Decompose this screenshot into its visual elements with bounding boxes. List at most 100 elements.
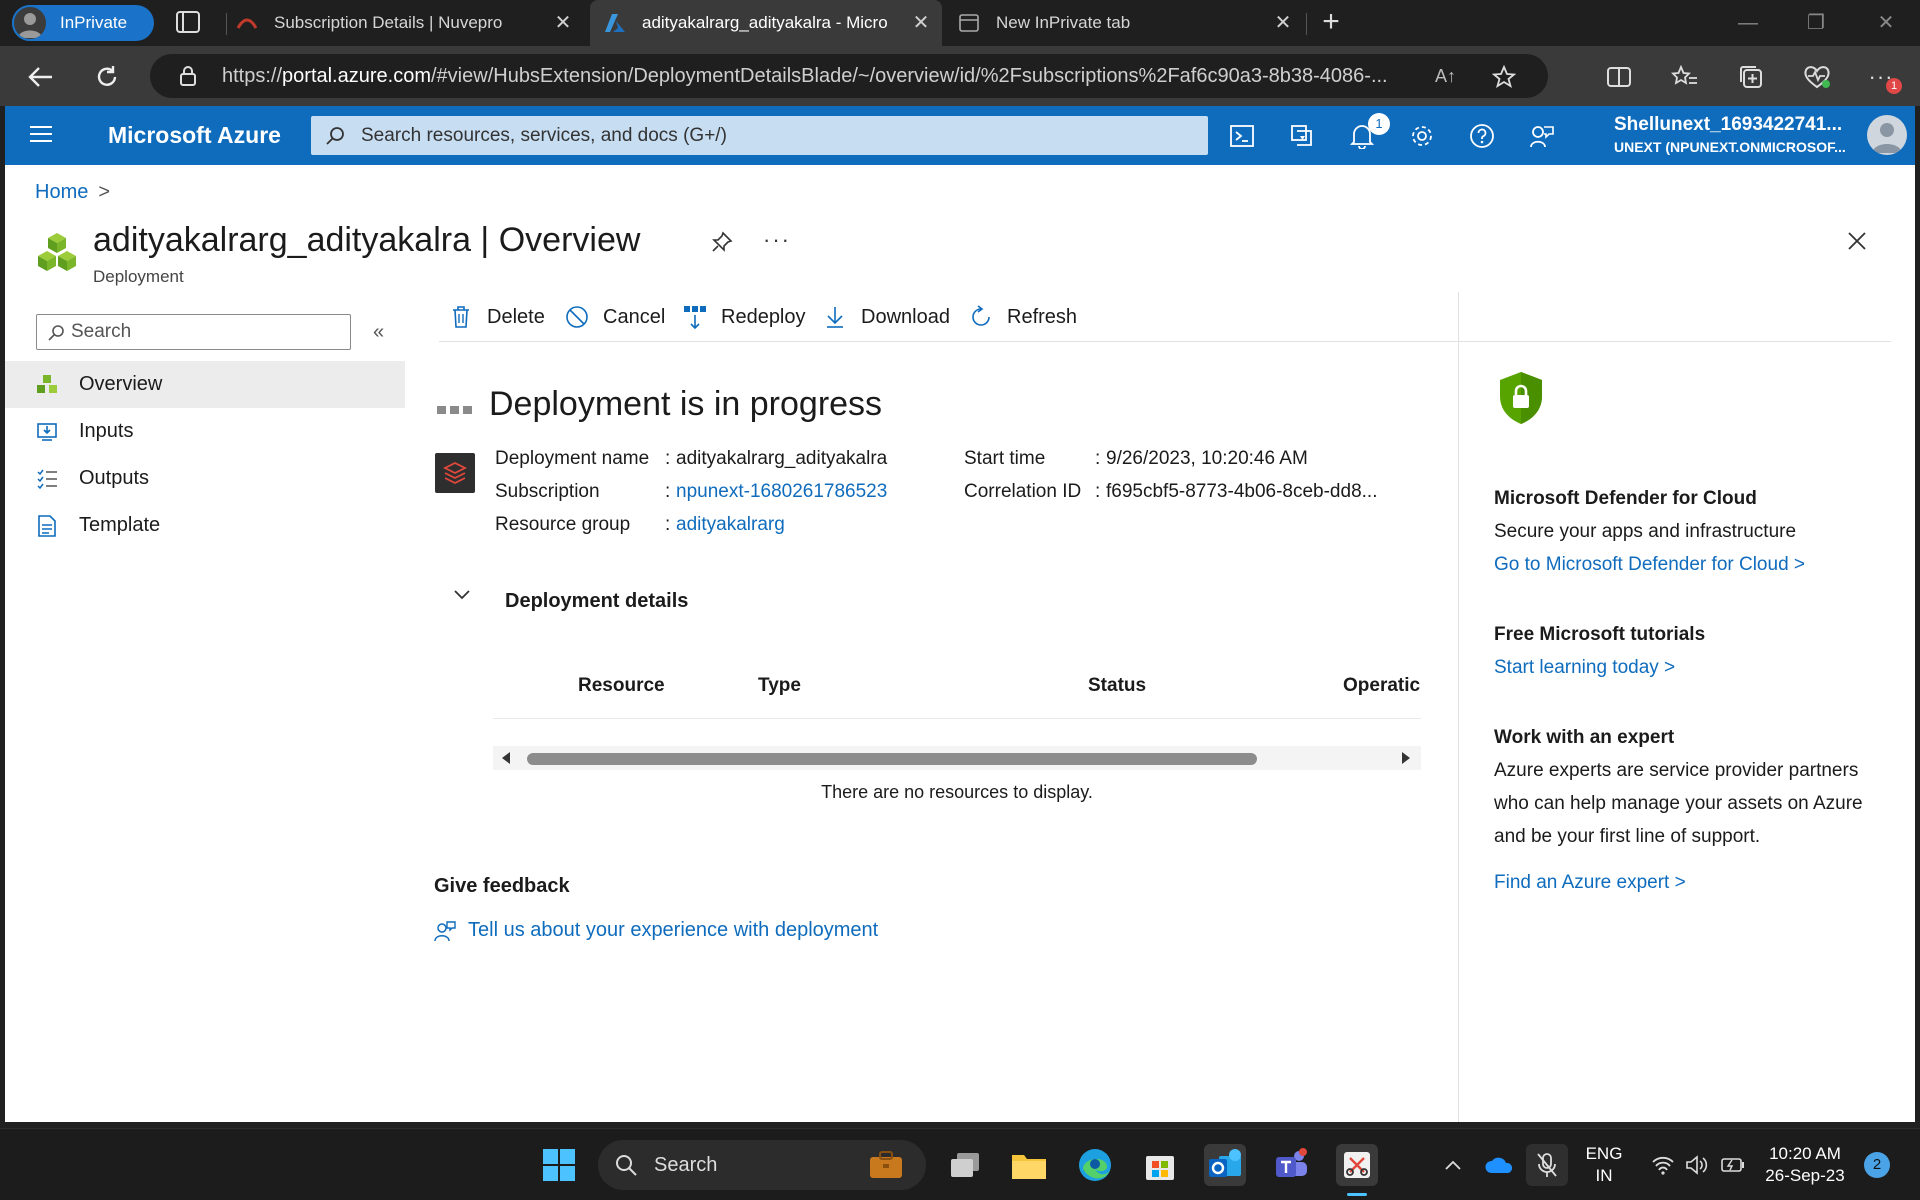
snipping-tool-icon[interactable] (1336, 1144, 1378, 1186)
briefcase-icon (868, 1150, 904, 1180)
refresh-button[interactable]: Refresh (969, 302, 1077, 332)
sidebar-item-outputs[interactable]: Outputs (5, 455, 405, 502)
notification-count-badge: 1 (1368, 113, 1390, 135)
microsoft-store-icon[interactable] (1139, 1144, 1181, 1186)
browser-essentials-icon[interactable] (1802, 62, 1832, 92)
tab-separator (1306, 13, 1307, 35)
read-aloud-icon[interactable]: A↑ (1435, 66, 1456, 86)
teams-icon[interactable] (1270, 1144, 1312, 1186)
delete-button[interactable]: Delete (449, 302, 545, 332)
deployment-details-header[interactable]: Deployment details (505, 590, 688, 613)
cancel-button[interactable]: Cancel (565, 302, 665, 332)
feedback-link-label: Tell us about your experience with deplo… (468, 919, 879, 941)
windows-start-icon[interactable] (538, 1144, 580, 1186)
tutorials-link[interactable]: Start learning today > (1494, 657, 1675, 679)
close-tab-icon[interactable]: ✕ (552, 12, 574, 34)
avatar[interactable] (1867, 115, 1907, 155)
deployment-stack-icon (435, 453, 475, 493)
clock[interactable]: 10:20 AM 26-Sep-23 (1752, 1143, 1858, 1187)
azure-top-bar: Microsoft Azure Search resources, servic… (5, 106, 1915, 165)
column-header-resource[interactable]: Resource (578, 675, 665, 697)
global-search-input[interactable]: Search resources, services, and docs (G+… (311, 116, 1208, 155)
expert-title: Work with an expert (1494, 727, 1675, 748)
new-tab-page-icon (958, 12, 980, 34)
portal-menu-icon[interactable] (29, 124, 53, 144)
azure-brand[interactable]: Microsoft Azure (108, 122, 281, 149)
feedback-icon[interactable] (1525, 119, 1559, 153)
close-window-button[interactable]: ✕ (1856, 0, 1916, 46)
address-bar[interactable]: https://portal.azure.com/#view/HubsExten… (150, 54, 1548, 98)
url-domain: portal.azure.com (282, 65, 431, 87)
active-app-indicator (1347, 1193, 1367, 1196)
lock-icon[interactable] (178, 65, 198, 87)
sidebar-item-label: Outputs (79, 467, 150, 489)
expert-link[interactable]: Find an Azure expert > (1494, 872, 1686, 894)
back-button[interactable] (24, 60, 58, 94)
scroll-left-arrow-icon[interactable] (501, 752, 511, 764)
chevron-down-icon[interactable] (453, 589, 471, 601)
redeploy-button[interactable]: Redeploy (683, 302, 806, 332)
inprivate-profile-button[interactable]: InPrivate (12, 5, 154, 41)
download-label: Download (861, 305, 950, 328)
feedback-link[interactable]: Tell us about your experience with deplo… (434, 919, 878, 942)
sidebar-item-template[interactable]: Template (5, 502, 405, 549)
column-header-type[interactable]: Type (758, 675, 801, 697)
show-hidden-icons-chevron-icon[interactable] (1432, 1144, 1474, 1186)
task-view-icon[interactable] (944, 1144, 986, 1186)
help-icon[interactable] (1465, 119, 1499, 153)
collapse-menu-button[interactable]: « (373, 321, 384, 344)
close-tab-icon[interactable]: ✕ (910, 12, 932, 34)
column-header-operation[interactable]: Operatic (1343, 675, 1421, 697)
sidebar-item-overview[interactable]: Overview (5, 361, 405, 408)
notification-center-badge[interactable]: 2 (1864, 1152, 1890, 1178)
scrollbar-thumb[interactable] (527, 753, 1257, 765)
cloud-shell-icon[interactable] (1225, 119, 1259, 153)
favorites-icon[interactable] (1670, 62, 1700, 92)
inprivate-label: InPrivate (60, 13, 128, 32)
resource-group-link[interactable]: adityakalrarg (676, 514, 785, 536)
taskbar-search-box[interactable]: Search (598, 1140, 926, 1190)
refresh-page-button[interactable] (90, 60, 124, 94)
close-blade-icon[interactable] (1847, 231, 1867, 251)
battery-icon[interactable] (1712, 1144, 1754, 1186)
settings-gear-icon[interactable] (1405, 119, 1439, 153)
column-header-status[interactable]: Status (1088, 675, 1146, 697)
breadcrumb-home-link[interactable]: Home (35, 181, 88, 203)
search-icon (47, 324, 65, 342)
more-options-button[interactable]: ··· (763, 227, 791, 253)
maximize-button[interactable]: ❐ (1786, 0, 1846, 46)
file-explorer-icon[interactable] (1008, 1144, 1050, 1186)
split-screen-icon[interactable] (1604, 62, 1634, 92)
subscription-link[interactable]: npunext-1680261786523 (676, 481, 887, 503)
download-button[interactable]: Download (823, 302, 950, 332)
feedback-person-icon (434, 920, 456, 942)
resource-menu-search-input[interactable]: Search (36, 314, 351, 350)
favorite-star-icon[interactable] (1492, 65, 1516, 89)
azure-favicon-icon (604, 12, 626, 34)
colon: : (665, 448, 671, 469)
tab-actions-icon[interactable] (174, 9, 204, 37)
tab-subscription-details[interactable]: Subscription Details | Nuvepro ✕ (236, 0, 584, 46)
input-language-indicator[interactable]: ENG IN (1574, 1143, 1634, 1187)
nuvepro-favicon-icon (236, 12, 258, 34)
collections-icon[interactable] (1736, 62, 1766, 92)
tab-new-inprivate[interactable]: New InPrivate tab ✕ (958, 0, 1304, 46)
chevron-right-icon: > (98, 181, 111, 203)
scroll-right-arrow-icon[interactable] (1401, 752, 1411, 764)
pin-icon[interactable] (711, 231, 733, 253)
onedrive-cloud-icon[interactable] (1478, 1144, 1520, 1186)
refresh-label: Refresh (1007, 305, 1078, 328)
horizontal-scrollbar[interactable] (493, 746, 1421, 770)
tab-deployment[interactable]: adityakalrarg_adityakalra - Micro ✕ (590, 0, 942, 46)
tutorials-title: Free Microsoft tutorials (1494, 624, 1706, 645)
defender-link[interactable]: Go to Microsoft Defender for Cloud > (1494, 554, 1805, 576)
outlook-icon[interactable] (1204, 1144, 1246, 1186)
account-info[interactable]: Shellunext_1693422741... UNEXT (NPUNEXT.… (1614, 114, 1870, 155)
sidebar-item-inputs[interactable]: Inputs (5, 408, 405, 455)
close-tab-icon[interactable]: ✕ (1272, 12, 1294, 34)
microphone-muted-icon[interactable] (1526, 1144, 1568, 1186)
directory-filter-icon[interactable] (1285, 119, 1319, 153)
new-tab-button[interactable]: + (1316, 7, 1346, 38)
minimize-button[interactable]: — (1718, 0, 1778, 46)
edge-browser-icon[interactable] (1074, 1144, 1116, 1186)
